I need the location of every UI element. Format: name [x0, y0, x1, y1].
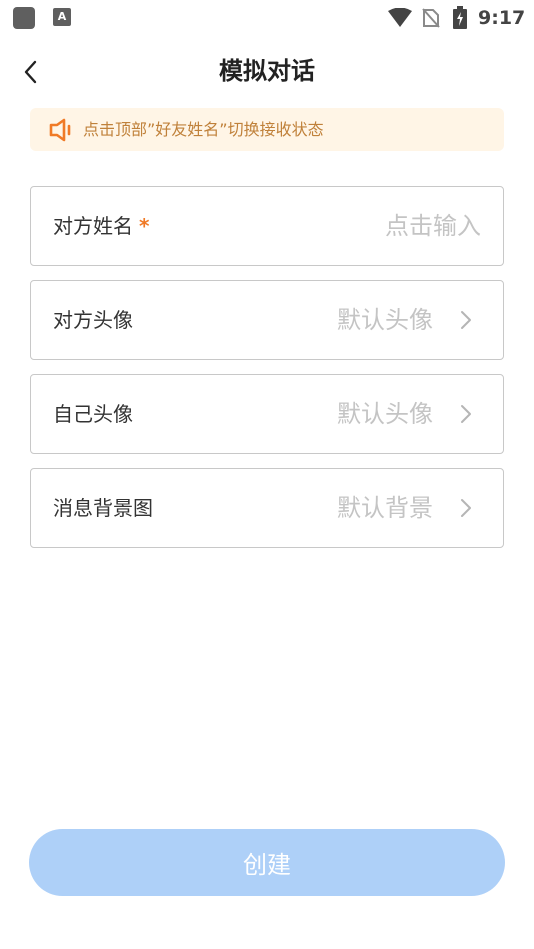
- status-bar: A 9:17: [0, 0, 534, 36]
- friend-avatar-label: 对方头像: [53, 308, 133, 332]
- message-background-row[interactable]: 消息背景图 默认背景: [30, 468, 504, 548]
- a-notification-icon: A: [53, 8, 71, 26]
- chevron-right-icon: [461, 311, 471, 329]
- battery-charging-icon: [453, 6, 467, 29]
- chevron-right-icon: [461, 405, 471, 423]
- friend-name-input[interactable]: [281, 206, 481, 246]
- a-notification-label: A: [57, 10, 67, 23]
- self-avatar-label: 自己头像: [53, 402, 133, 426]
- notice-bar: 点击顶部”好友姓名”切换接收状态: [30, 108, 504, 151]
- friend-avatar-row[interactable]: 对方头像 默认头像: [30, 280, 504, 360]
- chevron-right-icon: [461, 499, 471, 517]
- message-background-label: 消息背景图: [53, 496, 153, 520]
- required-star: *: [139, 214, 150, 238]
- create-button[interactable]: 创建: [29, 829, 505, 896]
- friend-name-label-text: 对方姓名: [53, 214, 133, 238]
- notice-text: 点击顶部”好友姓名”切换接收状态: [83, 120, 324, 139]
- friend-name-label: 对方姓名 *: [53, 187, 149, 265]
- clock-time: 9:17: [478, 7, 526, 29]
- self-avatar-row[interactable]: 自己头像 默认头像: [30, 374, 504, 454]
- page-title: 模拟对话: [219, 57, 315, 85]
- friend-name-row[interactable]: 对方姓名 *: [30, 186, 504, 266]
- wifi-icon: [388, 8, 412, 27]
- speaker-icon: [49, 118, 71, 142]
- friend-avatar-value: 默认头像: [337, 306, 433, 334]
- self-avatar-value: 默认头像: [337, 400, 433, 428]
- message-background-value: 默认背景: [337, 494, 433, 522]
- app-icon: [13, 7, 35, 29]
- app-header: 模拟对话: [0, 40, 534, 104]
- no-sim-icon: [422, 8, 440, 28]
